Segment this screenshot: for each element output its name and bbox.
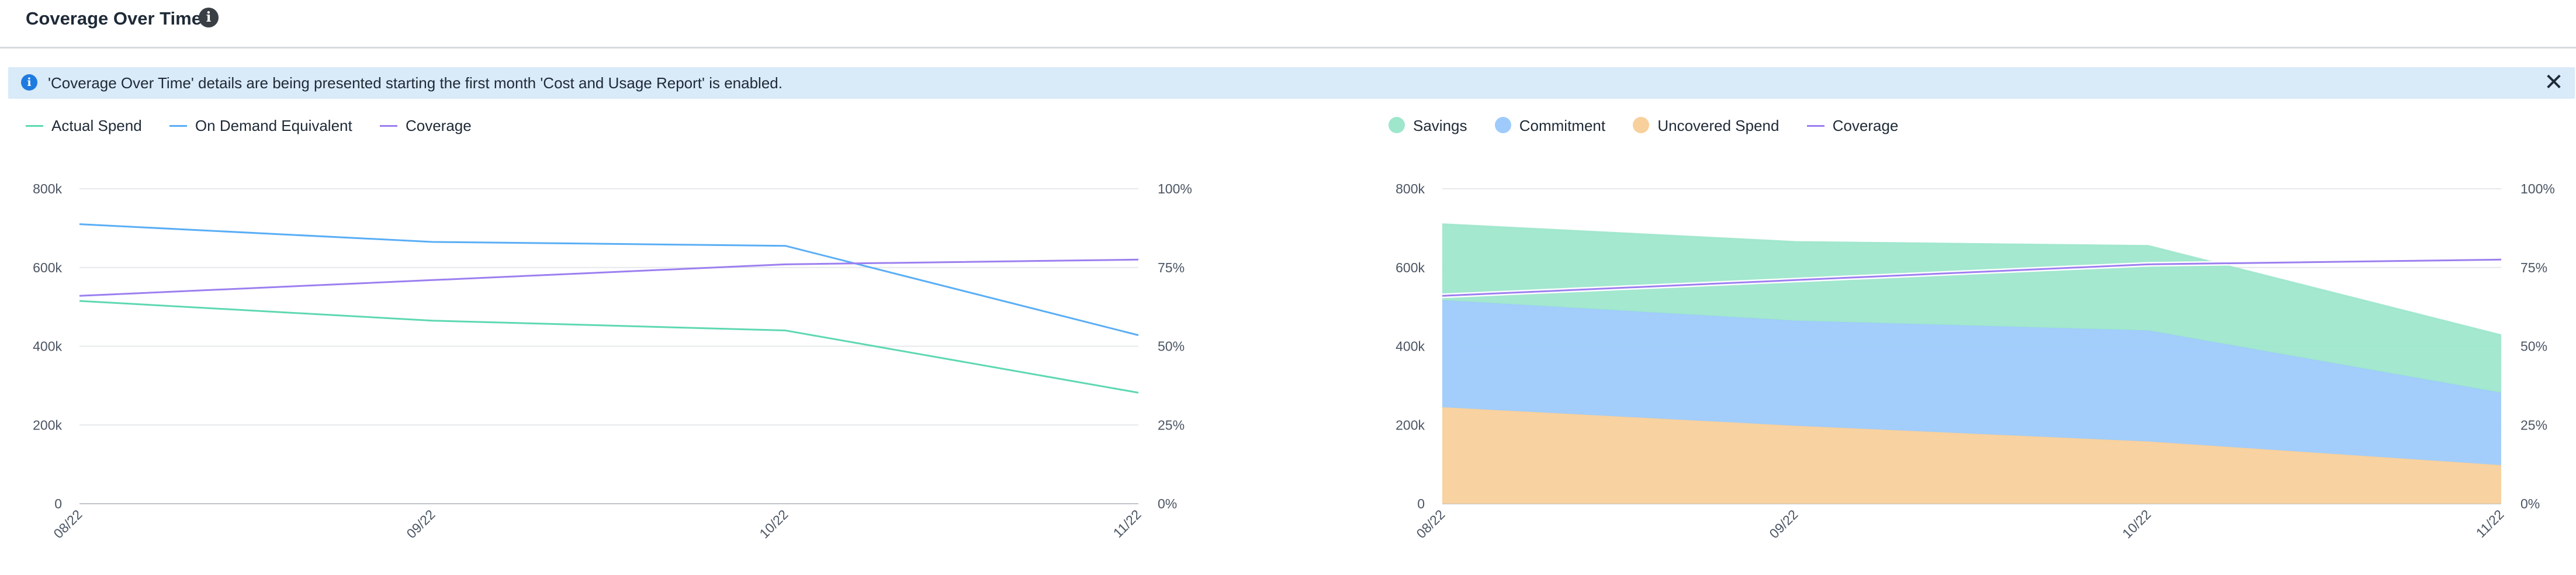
y2-tick-label: 25% [2520,417,2547,432]
banner-message: 'Coverage Over Time' details are being p… [48,74,783,92]
y2-tick-label: 25% [1158,417,1185,432]
y-tick-label: 600k [33,260,62,275]
x-tick-label: 08/22 [50,507,85,541]
y2-tick-label: 50% [1158,339,1185,354]
coverage-area-chart: Savings Commitment Uncovered Spend Cover… [1389,114,2557,575]
x-tick-label: 09/22 [403,507,438,541]
y-tick-label: 200k [1396,417,1425,432]
y-tick-label: 200k [33,417,62,432]
y2-tick-label: 50% [2520,339,2547,354]
y-tick-label: 800k [33,181,62,196]
y2-tick-label: 100% [1158,181,1192,196]
info-banner: i 'Coverage Over Time' details are being… [8,67,2575,99]
y2-tick-label: 75% [2520,260,2547,275]
coverage-line-chart: Actual Spend On Demand Equivalent Covera… [26,114,1194,575]
x-tick-label: 10/22 [756,507,791,541]
y2-tick-label: 100% [2520,181,2555,196]
info-circle-icon[interactable]: i [199,8,219,27]
x-tick-label: 11/22 [1110,507,1144,541]
x-tick-label: 09/22 [1766,507,1801,541]
y-tick-label: 400k [1396,339,1425,354]
y2-tick-label: 0% [2520,496,2540,511]
chart-plot: 0 0% 200k 25% 400k 50% 600k 75% 800k 100% 08/22 09/… [1396,181,2555,541]
chart-plot: 0 0% 200k 25% 400k 50% 600k 75% 800k 100% 08/22 09/… [33,181,1192,541]
x-tick-label: 10/22 [2119,507,2153,541]
info-icon: i [21,74,37,91]
series-line-actual-spend [79,300,1139,394]
x-tick-label: 11/22 [2473,507,2507,541]
page-title: Coverage Over Time [26,8,202,29]
y-tick-label: 800k [1396,181,1425,196]
page-header: Coverage Over Time i [0,0,2576,49]
close-icon[interactable]: ✕ [2541,70,2567,95]
y-tick-label: 600k [1396,260,1425,275]
y2-tick-label: 0% [1158,496,1177,511]
y-tick-label: 0 [1417,496,1425,511]
series-line-on-demand-equivalent [79,223,1139,337]
series-line-coverage [79,258,1139,297]
y2-tick-label: 75% [1158,260,1185,275]
y-tick-label: 400k [33,339,62,354]
x-tick-label: 08/22 [1413,507,1448,541]
y-tick-label: 0 [54,496,62,511]
